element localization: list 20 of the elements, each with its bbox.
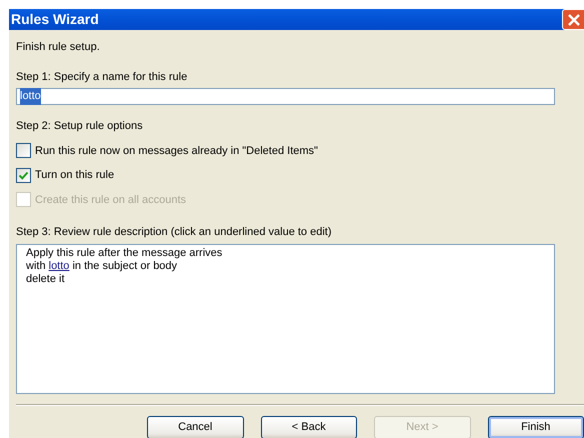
description-line: with lotto in the subject or body — [26, 260, 178, 272]
close-button[interactable] — [562, 9, 584, 30]
wizard-button[interactable]: < Back — [260, 416, 357, 438]
description-line: Apply this rule after the message arrives — [26, 246, 224, 260]
wizard-button[interactable]: Cancel — [147, 416, 244, 438]
step-label: Step 2: Setup rule options — [16, 119, 144, 134]
name-field[interactable]: lotto — [16, 88, 555, 105]
step-label: Step 3: Review rule description (click an underlined value to edit) — [16, 225, 332, 240]
checkbox-label: Create this rule on all accounts — [35, 192, 186, 208]
description-line: delete it — [26, 272, 66, 286]
step-label: Step 1: Specify a name for this rule — [16, 70, 188, 84]
close-icon — [566, 12, 580, 26]
checkbox[interactable] — [16, 168, 31, 183]
window-title: Rules Wizard — [11, 10, 99, 29]
wizard-button[interactable]: Finish — [488, 416, 584, 438]
checkbox[interactable] — [16, 143, 31, 158]
checkbox-label: Run this rule now on messages already in "Deleted Items" — [35, 144, 318, 158]
instruction-text: Finish rule setup. — [16, 40, 101, 55]
value-link[interactable]: lotto — [48, 260, 70, 272]
checkbox-label: Turn on this rule — [35, 168, 114, 183]
